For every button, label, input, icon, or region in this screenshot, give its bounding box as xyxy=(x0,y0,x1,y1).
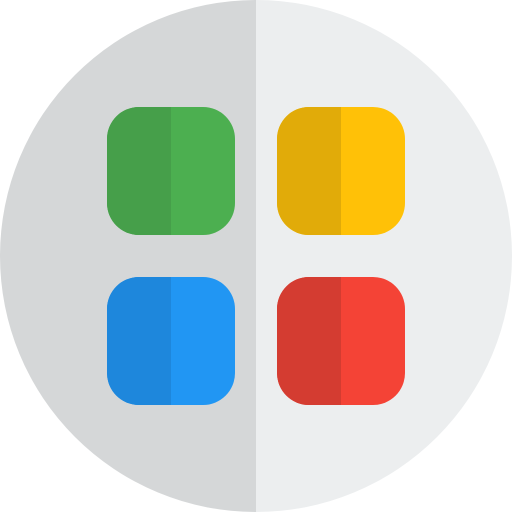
background-right-half xyxy=(256,0,512,512)
tile-green-icon xyxy=(107,107,235,235)
icon-canvas xyxy=(0,0,512,512)
background-circle xyxy=(0,0,512,512)
tile-red-icon xyxy=(277,277,405,405)
background-left-half xyxy=(0,0,256,512)
tile-blue-icon xyxy=(107,277,235,405)
app-grid-icon xyxy=(0,0,512,512)
tile-yellow-icon xyxy=(277,107,405,235)
